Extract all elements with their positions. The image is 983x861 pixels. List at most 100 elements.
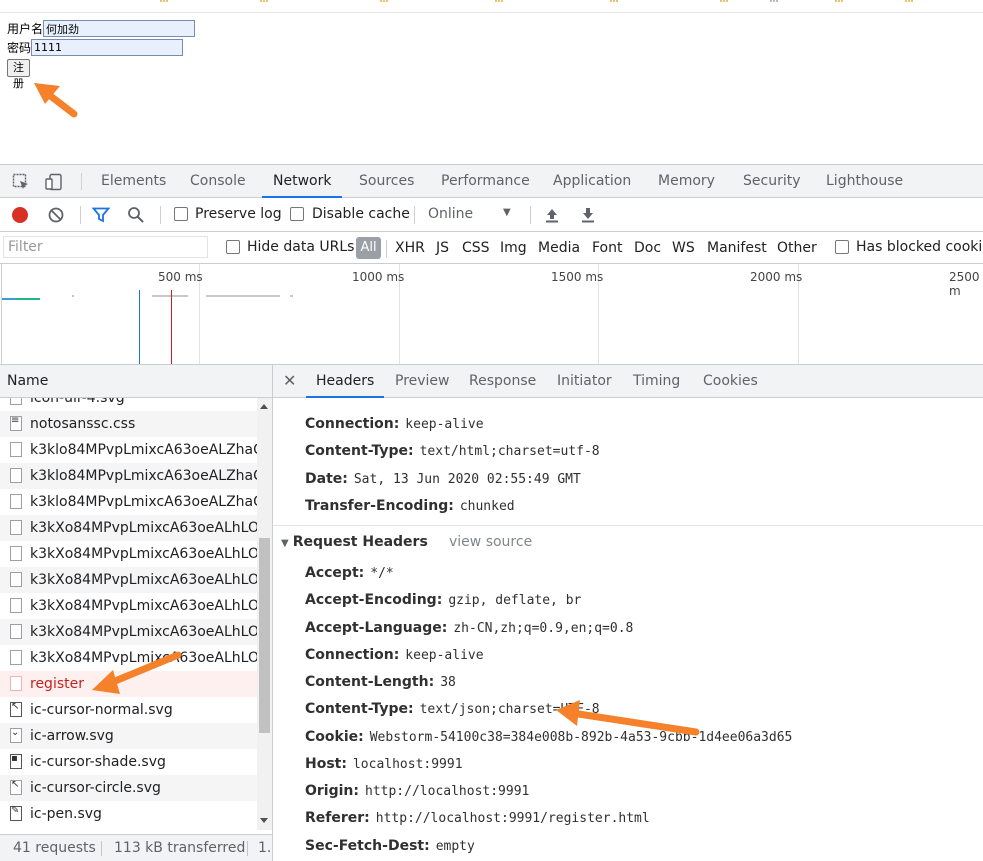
scroll-down-icon[interactable]	[260, 818, 268, 823]
tab-preview[interactable]: Preview	[385, 365, 460, 398]
inspect-element-icon[interactable]	[12, 173, 30, 191]
request-row[interactable]: k3klo84MPvpLmixcA63oeALZhaC.	[0, 489, 257, 515]
timeline-bar-gray	[72, 295, 74, 297]
collapse-triangle-icon: ▼	[281, 538, 289, 549]
tab-timing[interactable]: Timing	[623, 365, 690, 398]
hide-data-urls-checkbox[interactable]	[226, 240, 240, 254]
filter-input[interactable]: Filter	[3, 236, 208, 258]
record-icon[interactable]	[12, 207, 28, 223]
type-filter-img[interactable]: Img	[500, 240, 527, 256]
status-separator	[101, 841, 102, 856]
header-line: Accept-Language: zh-CN,zh;q=0.9,en;q=0.8	[305, 619, 633, 638]
request-name: k3kXo84MPvpLmixcA63oeALhLO.	[30, 624, 257, 640]
network-timeline-overview[interactable]: 500 ms 1000 ms 1500 ms 2000 ms 2500 m	[0, 264, 983, 365]
type-filter-font[interactable]: Font	[592, 240, 622, 256]
header-value: keep-alive	[405, 417, 484, 432]
tab-sources[interactable]: Sources	[348, 165, 425, 198]
request-row[interactable]: k3kXo84MPvpLmixcA63oeALhLO.	[0, 541, 257, 567]
strip-mark	[835, 0, 843, 5]
header-value: gzip, deflate, br	[448, 593, 582, 608]
throttle-select[interactable]: Online	[428, 206, 473, 222]
tab-headers[interactable]: Headers	[306, 365, 385, 398]
scroll-up-icon[interactable]	[260, 404, 268, 409]
device-toolbar-icon[interactable]	[45, 173, 63, 191]
cursor-file-icon: ↖	[10, 701, 22, 717]
header-line: Sec-Fetch-Dest: empty	[305, 837, 475, 856]
type-filter-xhr[interactable]: XHR	[395, 240, 425, 256]
request-list-scrollbar[interactable]	[257, 398, 272, 830]
request-row[interactable]: k3kXo84MPvpLmixcA63oeALhLO.	[0, 567, 257, 593]
file-icon	[10, 572, 22, 587]
header-value: */*	[370, 566, 394, 581]
request-row[interactable]: k3kXo84MPvpLmixcA63oeALhLO.	[0, 593, 257, 619]
tab-lighthouse[interactable]: Lighthouse	[815, 165, 914, 198]
strip-mark	[720, 0, 728, 5]
tab-security[interactable]: Security	[732, 165, 812, 198]
request-row[interactable]: ≡ notosanssc.css	[0, 411, 257, 437]
tab-console[interactable]: Console	[179, 165, 257, 198]
username-input[interactable]	[43, 20, 196, 37]
type-filter-other[interactable]: Other	[777, 240, 817, 256]
devtools-tab-bar: Elements Console Network Sources Perform…	[0, 164, 983, 198]
export-har-icon[interactable]	[579, 206, 597, 224]
name-column-header[interactable]: Name	[0, 365, 272, 398]
tab-cookies[interactable]: Cookies	[693, 365, 768, 398]
request-row[interactable]: k3kXo84MPvpLmixcA63oeALhLO.	[0, 619, 257, 645]
header-key: Sec-Fetch-Dest:	[305, 838, 430, 854]
hide-data-urls-label: Hide data URLs	[247, 239, 355, 255]
import-har-icon[interactable]	[543, 206, 561, 224]
tab-application[interactable]: Application	[542, 165, 642, 198]
type-filter-media[interactable]: Media	[538, 240, 580, 256]
request-row[interactable]: k3klo84MPvpLmixcA63oeALZhaC.	[0, 437, 257, 463]
tab-network[interactable]: Network	[262, 165, 343, 198]
page-top-strip	[0, 0, 983, 13]
preserve-log-checkbox[interactable]	[174, 207, 188, 221]
register-button[interactable]: 注册	[7, 59, 30, 90]
request-row[interactable]: ↖ ic-cursor-normal.svg	[0, 697, 257, 723]
type-filter-doc[interactable]: Doc	[634, 240, 661, 256]
tab-memory[interactable]: Memory	[647, 165, 726, 198]
filter-icon[interactable]	[91, 206, 111, 224]
header-key: Cookie:	[305, 729, 364, 745]
type-filter-ws[interactable]: WS	[672, 240, 695, 256]
request-name: k3klo84MPvpLmixcA63oeALZhaC.	[30, 468, 257, 484]
search-icon[interactable]	[127, 206, 145, 224]
request-row[interactable]: k3kXo84MPvpLmixcA63oeALhLO.	[0, 645, 257, 671]
request-row[interactable]: ✎ ic-pen.svg	[0, 801, 257, 827]
file-icon	[10, 624, 22, 639]
request-name: ic-cursor-circle.svg	[30, 780, 161, 796]
detail-tab-bar: ✕ Headers Preview Response Initiator Tim…	[273, 365, 983, 398]
type-filter-manifest[interactable]: Manifest	[707, 240, 767, 256]
request-name: ic-arrow.svg	[30, 728, 114, 744]
view-source-link[interactable]: view source	[449, 534, 532, 550]
type-filter-all[interactable]: All	[356, 237, 381, 259]
throttle-dropdown-icon[interactable]: ▼	[503, 207, 511, 218]
clear-icon[interactable]	[47, 206, 65, 224]
has-blocked-cookies-checkbox[interactable]	[835, 240, 849, 254]
timeline-label-500: 500 ms	[158, 270, 203, 284]
request-row-register[interactable]: register	[0, 671, 257, 697]
request-row[interactable]: icon-uir-4.svg	[0, 398, 257, 411]
tab-performance[interactable]: Performance	[430, 165, 541, 198]
tab-response[interactable]: Response	[459, 365, 546, 398]
type-filter-js[interactable]: JS	[436, 240, 449, 256]
request-row[interactable]: ⌄ ic-arrow.svg	[0, 723, 257, 749]
header-key: Accept-Language:	[305, 620, 448, 636]
header-value: Webstorm-54100c38=384e008b-892b-4a53-9cb…	[369, 730, 793, 745]
strip-mark	[610, 0, 618, 5]
request-headers-toggle[interactable]: ▼ Request Headers	[281, 534, 428, 550]
tab-initiator[interactable]: Initiator	[547, 365, 622, 398]
strip-mark	[770, 0, 778, 5]
tab-elements[interactable]: Elements	[90, 165, 177, 198]
status-separator	[247, 841, 248, 856]
close-icon[interactable]: ✕	[283, 365, 296, 396]
scrollbar-thumb[interactable]	[259, 538, 270, 733]
request-row[interactable]: ↖ ic-cursor-circle.svg	[0, 775, 257, 801]
header-value: chunked	[459, 499, 515, 514]
request-row[interactable]: ▪ ic-cursor-shade.svg	[0, 749, 257, 775]
request-row[interactable]: k3kXo84MPvpLmixcA63oeALhLO.	[0, 515, 257, 541]
request-row[interactable]: k3klo84MPvpLmixcA63oeALZhaC.	[0, 463, 257, 489]
disable-cache-checkbox[interactable]	[290, 207, 304, 221]
password-input[interactable]	[31, 39, 184, 56]
type-filter-css[interactable]: CSS	[462, 240, 490, 256]
